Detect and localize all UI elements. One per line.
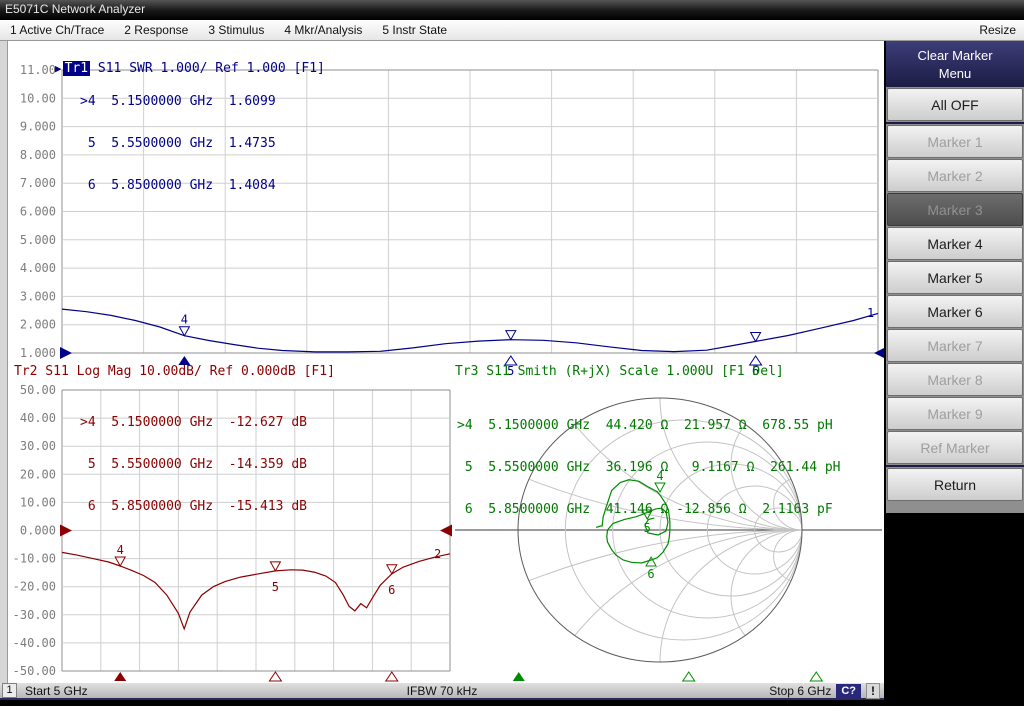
tr2-stim-marker-4 <box>114 672 126 681</box>
marker-3-button[interactable]: Marker 3 <box>887 193 1023 226</box>
window-title: E5071C Network Analyzer <box>5 2 145 16</box>
svg-text:6.000: 6.000 <box>20 205 56 219</box>
tr1-marker6-readout: 6 5.8500000 GHz 1.4084 <box>80 179 276 193</box>
marker-7-button[interactable]: Marker 7 <box>887 329 1023 362</box>
svg-text:10.00: 10.00 <box>20 495 56 509</box>
all-off-button[interactable]: All OFF <box>887 88 1023 121</box>
statusbar: 1 Start 5 GHz IFBW 70 kHz Stop 6 GHz C? … <box>0 683 884 700</box>
tr1-marker4-readout: >4 5.1500000 GHz 1.6099 <box>80 95 276 109</box>
tr3-stim-marker-5 <box>683 672 695 681</box>
statusbar-right-group: Stop 6 GHz C? ! <box>769 683 884 699</box>
svg-text:5: 5 <box>272 580 279 594</box>
tr1-marker-5-glyph <box>506 331 516 340</box>
svg-text:5.000: 5.000 <box>20 233 56 247</box>
svg-text:6: 6 <box>647 567 654 581</box>
tr3-stim-marker-6 <box>810 672 822 681</box>
svg-text:-30.00: -30.00 <box>13 608 56 622</box>
tr2-marker6-readout: 6 5.8500000 GHz -15.413 dB <box>80 500 307 514</box>
svg-text:20.00: 20.00 <box>20 467 56 481</box>
softkey-separator <box>886 122 1024 124</box>
ref-marker-button[interactable]: Ref Marker <box>887 431 1023 464</box>
tr2-trace-number: 2 <box>434 547 441 561</box>
tr2-ref-arrow-right <box>440 525 452 537</box>
svg-text:10.00: 10.00 <box>20 91 56 105</box>
active-trace-arrow-icon: ▶ <box>55 62 62 75</box>
tr2-stim-marker-6 <box>386 672 398 681</box>
menu-response[interactable]: 2 Response <box>114 23 198 37</box>
return-button[interactable]: Return <box>887 468 1023 501</box>
menu-instr-state[interactable]: 5 Instr State <box>372 23 457 37</box>
menu-stimulus[interactable]: 3 Stimulus <box>198 23 274 37</box>
svg-text:2.000: 2.000 <box>20 318 56 332</box>
svg-text:6: 6 <box>388 583 395 597</box>
svg-text:8.000: 8.000 <box>20 148 56 162</box>
tr3-marker-readout: >4 5.1500000 GHz 44.420 Ω 21.957 Ω 678.5… <box>457 391 841 545</box>
tr3-marker6-readout: 6 5.8500000 GHz 41.146 Ω -12.856 Ω 2.116… <box>457 503 841 517</box>
svg-text:7.000: 7.000 <box>20 176 56 190</box>
cal-status-badge: C? <box>836 684 861 698</box>
app-window: E5071C Network Analyzer 1 Active Ch/Trac… <box>0 0 1024 706</box>
channel-indicator: 1 <box>2 683 17 698</box>
stop-frequency-label: Stop 6 GHz <box>769 684 831 698</box>
tr3-stim-marker-4 <box>513 672 525 681</box>
svg-text:4: 4 <box>117 543 124 557</box>
svg-text:50.00: 50.00 <box>20 383 56 397</box>
ifbw-label: IFBW 70 kHz <box>407 684 478 698</box>
titlebar: E5071C Network Analyzer <box>0 0 1024 20</box>
tr1-trace-number: 1 <box>867 306 874 320</box>
tr3-marker4-readout: >4 5.1500000 GHz 44.420 Ω 21.957 Ω 678.5… <box>457 419 841 433</box>
svg-text:1.000: 1.000 <box>20 346 56 360</box>
softkey-menu: Clear Marker Menu All OFF Marker 1 Marke… <box>886 41 1024 513</box>
tr2-marker-6-glyph <box>387 565 397 574</box>
svg-text:-50.00: -50.00 <box>13 664 56 678</box>
marker-5-button[interactable]: Marker 5 <box>887 261 1023 294</box>
menu-mkr-analysis[interactable]: 4 Mkr/Analysis <box>274 23 372 37</box>
marker-9-button[interactable]: Marker 9 <box>887 397 1023 430</box>
svg-text:-20.00: -20.00 <box>13 580 56 594</box>
softkey-title-line2: Menu <box>886 66 1024 81</box>
tr3-marker5-readout: 5 5.5500000 GHz 36.196 Ω 9.1167 Ω 261.44… <box>457 461 841 475</box>
softkey-separator <box>886 465 1024 467</box>
marker-8-button[interactable]: Marker 8 <box>887 363 1023 396</box>
svg-text:4: 4 <box>181 313 188 327</box>
tr1-marker-6-glyph <box>751 332 761 341</box>
tr2-marker5-readout: 5 5.5500000 GHz -14.359 dB <box>80 458 307 472</box>
svg-text:-10.00: -10.00 <box>13 552 56 566</box>
tr2-stim-marker-5 <box>269 672 281 681</box>
tr2-header: Tr2 S11 Log Mag 10.00dB/ Ref 0.000dB [F1… <box>14 364 335 379</box>
marker-4-button[interactable]: Marker 4 <box>887 227 1023 260</box>
tr1-marker-readout: >4 5.1500000 GHz 1.6099 5 5.5500000 GHz … <box>80 67 276 221</box>
svg-text:40.00: 40.00 <box>20 411 56 425</box>
menu-resize[interactable]: Resize <box>979 23 1024 37</box>
alert-indicator: ! <box>866 683 880 699</box>
svg-text:0.000: 0.000 <box>20 524 56 538</box>
tr1-ref-arrow-right <box>874 347 884 359</box>
tr2-ref-arrow-left <box>60 525 72 537</box>
tr3-header: Tr3 S11 Smith (R+jX) Scale 1.000U [F1 De… <box>455 364 784 379</box>
tr2-marker4-readout: >4 5.1500000 GHz -12.627 dB <box>80 416 307 430</box>
tr2-marker-readout: >4 5.1500000 GHz -12.627 dB 5 5.5500000 … <box>80 388 307 542</box>
svg-text:3.000: 3.000 <box>20 289 56 303</box>
softkey-menu-title: Clear Marker Menu <box>886 41 1024 87</box>
tr1-ref-arrow-left <box>60 347 72 359</box>
analyzer-screen: 11.0010.009.0008.0007.0006.0005.0004.000… <box>0 41 884 683</box>
marker-2-button[interactable]: Marker 2 <box>887 159 1023 192</box>
marker-6-button[interactable]: Marker 6 <box>887 295 1023 328</box>
tr2-marker-5-glyph <box>270 562 280 571</box>
svg-text:9.000: 9.000 <box>20 120 56 134</box>
svg-text:-40.00: -40.00 <box>13 636 56 650</box>
tr1-marker5-readout: 5 5.5500000 GHz 1.4735 <box>80 137 276 151</box>
softkey-title-line1: Clear Marker <box>886 48 1024 63</box>
marker-1-button[interactable]: Marker 1 <box>887 125 1023 158</box>
menu-active-ch-trace[interactable]: 1 Active Ch/Trace <box>0 23 114 37</box>
menubar: 1 Active Ch/Trace 2 Response 3 Stimulus … <box>0 20 1024 41</box>
start-frequency-label: Start 5 GHz <box>25 684 88 698</box>
svg-text:4.000: 4.000 <box>20 261 56 275</box>
svg-text:30.00: 30.00 <box>20 439 56 453</box>
